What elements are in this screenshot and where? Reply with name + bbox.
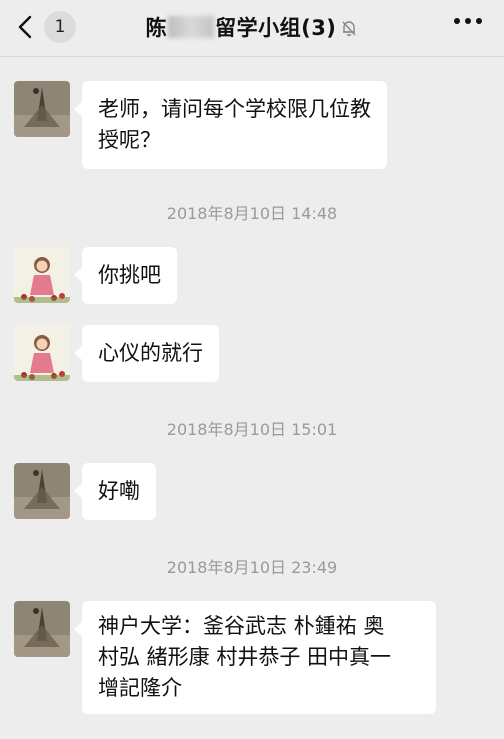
message-line: 好嘞 xyxy=(98,479,140,503)
message-line: 神户大学：釜谷武志 朴鍾祐 奥 xyxy=(98,614,385,638)
more-options-button[interactable] xyxy=(454,18,482,24)
timestamp: 2018年8月10日 15:01 xyxy=(166,420,338,439)
more-dot-icon xyxy=(476,18,482,24)
message-line: 你挑吧 xyxy=(98,263,161,287)
message-row: 老师，请问每个学校限几位教 授呢？ xyxy=(14,81,387,169)
message-line: 心仪的就行 xyxy=(98,341,203,365)
message-line: 增記隆介 xyxy=(98,676,182,700)
message-line: 老师，请问每个学校限几位教 xyxy=(98,97,371,121)
message-bubble[interactable]: 心仪的就行 xyxy=(74,325,219,382)
message-bubble[interactable]: 你挑吧 xyxy=(74,247,177,304)
teacher-avatar[interactable] xyxy=(14,81,70,137)
chat-title-prefix: 陈 xyxy=(145,16,168,40)
message-row: 心仪的就行 xyxy=(14,325,219,382)
student-avatar[interactable] xyxy=(14,247,70,303)
chat-title: 陈 留学小组(3) xyxy=(0,12,504,42)
teacher-avatar[interactable] xyxy=(14,601,70,657)
message-bubble[interactable]: 神户大学：釜谷武志 朴鍾祐 奥 村弘 緒形康 村井恭子 田中真一 增記隆介 xyxy=(74,601,436,714)
message-line: 授呢？ xyxy=(98,128,161,152)
chat-header: 1 陈留学小组(3) xyxy=(0,0,504,57)
teacher-avatar[interactable] xyxy=(14,463,70,519)
message-row: 好嘞 xyxy=(14,463,156,520)
student-avatar[interactable] xyxy=(14,325,70,381)
more-dot-icon xyxy=(465,18,471,24)
message-line: 村弘 緒形康 村井恭子 田中真一 xyxy=(98,645,392,669)
more-dot-icon xyxy=(454,18,460,24)
timestamp: 2018年8月10日 14:48 xyxy=(166,204,338,223)
chat-title-suffix: 留学小组(3) xyxy=(215,16,337,40)
message-row: 你挑吧 xyxy=(14,247,177,304)
message-bubble[interactable]: 好嘞 xyxy=(74,463,156,520)
message-row: 神户大学：釜谷武志 朴鍾祐 奥 村弘 緒形康 村井恭子 田中真一 增記隆介 xyxy=(14,601,436,714)
message-bubble[interactable]: 老师，请问每个学校限几位教 授呢？ xyxy=(74,81,387,169)
blurred-name xyxy=(168,16,215,38)
timestamp: 2018年8月10日 23:49 xyxy=(166,558,338,577)
mute-bell-icon xyxy=(340,18,358,42)
